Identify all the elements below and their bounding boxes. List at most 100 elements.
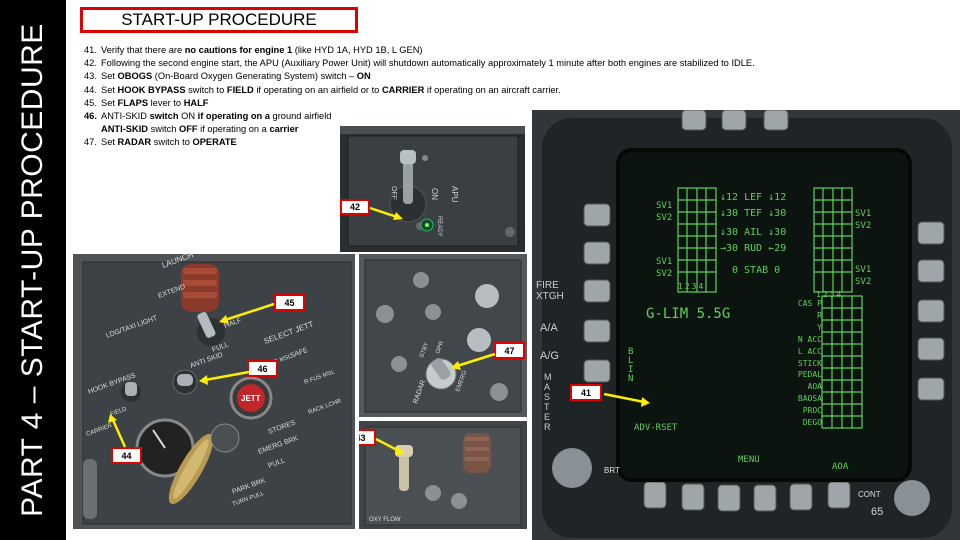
flaps-gear-panel-photo: JETT LAUNCH EXTEND HALF FULL LDG/TAXI LI… [73,254,355,529]
mfd-sv-right-top: SV1 SV2 [855,208,871,232]
mfd-check-item: CAS P [797,299,822,308]
mfd-fire-label: FIRE XTGH [536,280,564,302]
step-text: Set OBOGS (On-Board Oxygen Generating Sy… [101,70,371,83]
sidebar: PART 4 – START-UP PROCEDURE [0,0,66,540]
mfd-cont-label: CONT [858,490,881,499]
jett-button-label: JETT [241,394,261,403]
step-text-segment: ground airfield [272,111,332,122]
sidebar-title: PART 4 – START-UP PROCEDURE [16,23,49,517]
mfd-check-item: PEDAL [797,370,822,380]
callout-46: 46 [247,360,278,377]
section-title-box: START-UP PROCEDURE [80,7,358,33]
step-emphasis: RADAR [117,137,152,148]
mfd-glim: G-LIM 5.5G [646,306,731,322]
mfd-nums-left: 1234 [678,282,706,291]
step-number: 41. [84,45,97,55]
step-text-segment: if operating on a [197,124,270,135]
step-emphasis: HALF [183,97,209,108]
callout-44: 44 [111,447,142,464]
mfd-stab-row: 0 STAB 0 [732,265,781,276]
aa-mode-label[interactable]: A/A [540,322,558,334]
apu-on-label: ON [430,188,439,200]
mfd-lef-row: ↓12 LEF ↓12 [720,192,787,203]
mfd-check-item: AOA [807,382,822,392]
procedure-step: 42. Following the second engine start, th… [84,57,944,70]
mfd-sv1-left-2: SV1 [656,257,673,267]
apu-ready-label: READY [436,216,442,237]
mfd-sv2-left: SV2 [656,213,673,223]
section-title: START-UP PROCEDURE [121,10,317,29]
mfd-sv1-right: SV1 [855,209,872,219]
step-number: 47. [84,137,97,148]
step-text-segment: if operating on an airfield or to [253,84,382,95]
callout-42: 42 [340,199,370,215]
mfd-surface-block: ↓12 LEF ↓12 ↓30 TEF ↓30 ↓30 AIL ↓30 →30 … [720,190,786,279]
mfd-menu[interactable]: MENU [738,455,760,465]
step-emphasis: ANTI-SKID [101,124,148,135]
ag-mode-label[interactable]: A/G [540,350,559,362]
step-emphasis: OFF [179,124,198,135]
mfd-aoa-label[interactable]: AOA [832,462,848,472]
mfd-check-item: N ACC [797,334,822,344]
step-text: Set FLAPS lever to HALF [101,97,208,110]
mfd-tef-row: ↓30 TEF ↓30 [720,208,787,219]
step-text: Set HOOK BYPASS switch to FIELD if opera… [101,84,561,97]
step-text-segment: Following the second engine start, the A… [101,58,755,69]
oxy-flow-label: OXY FLOW [369,517,401,523]
mfd-check-item: Y [817,322,822,332]
mfd-check-item: BAOSA [797,394,822,404]
step-text-segment: switch to [185,84,227,95]
step-text-segment: (On-Board Oxygen Generating System) swit… [152,71,357,82]
step-text-segment: Set [101,84,118,95]
mfd-sv-right-bottom: SV1 SV2 [855,264,871,288]
step-emphasis: no cautions for engine 1 [184,45,293,55]
step-emphasis: HOOK BYPASS [117,84,186,95]
mfd-sv2-right: SV2 [855,221,872,231]
apu-off-label: OFF [390,186,397,200]
step-text-segment: ON [181,111,196,122]
procedure-step: 41. Verify that there are no cautions for… [84,44,944,57]
obogs-panel-photo: OXY FLOW 43 [359,421,527,529]
step-text-segment: if operating on an aircraft carrier. [424,84,561,95]
apu-panel-photo: ON APU READY OFF 42 [340,126,525,252]
step-emphasis: FLAPS [117,97,149,108]
step-text-segment: switch [148,124,179,135]
fire-text: FIRE [536,280,559,291]
step-text-segment: Set [101,71,118,82]
step-text-segment: Verify that there are [101,45,185,55]
radar-panel-photo: RADAR OPR STBY EMERG 47 [359,254,527,417]
mfd-sv-left-top: SV1 SV2 [656,200,672,224]
step-emphasis: ON [356,71,371,82]
procedure-step: 44. Set HOOK BYPASS switch to FIELD if op… [84,84,944,97]
mfd-ail-row: ↓30 AIL ↓30 [720,227,787,238]
page-number: 65 [871,506,884,518]
procedure-step: 43. Set OBOGS (On-Board Oxygen Generating… [84,70,944,83]
mfd-sv2-left-2: SV2 [656,269,673,279]
mfd-check-item: STICK [797,358,822,368]
step-text-segment: switch to [151,137,193,148]
mfd-sv-left-bottom: SV1 SV2 [656,256,672,280]
callout-43: 43 [359,429,376,446]
step-text-segment: lever to [148,97,184,108]
step-text-segment: Set [101,137,118,148]
step-text: Following the second engine start, the A… [101,57,755,70]
callout-47: 47 [494,342,525,359]
mfd-sv2-right-2: SV2 [855,277,872,287]
step-emphasis: OBOGS [117,71,153,82]
mfd-sv1-right-2: SV1 [855,265,872,275]
step-text-segment: (like HYD 1A, HYD 1B, L GEN) [292,45,423,55]
step-text-segment: Set [101,97,118,108]
step-number: 45. [84,97,97,108]
step-emphasis: OPERATE [192,137,237,148]
step-text: Set RADAR switch to OPERATE [101,136,237,149]
step-emphasis: FIELD [226,84,254,95]
step-text: ANTI-SKID switch ON if operating on a gr… [101,110,331,123]
step-text: Verify that there are no cautions for en… [101,44,423,57]
mfd-adv-rset: ADV-RSET [634,423,678,433]
mfd-check-item: DEGO [802,418,822,428]
callout-41: 41 [570,384,602,401]
mfd-display-photo: ↓12 LEF ↓12 ↓30 TEF ↓30 ↓30 AIL ↓30 →30 … [532,110,960,540]
master-arm-label: MASTER [544,372,552,432]
step-text-segment: ANTI-SKID [101,111,147,122]
mfd-rud-row: →30 RUD ←29 [720,243,787,254]
